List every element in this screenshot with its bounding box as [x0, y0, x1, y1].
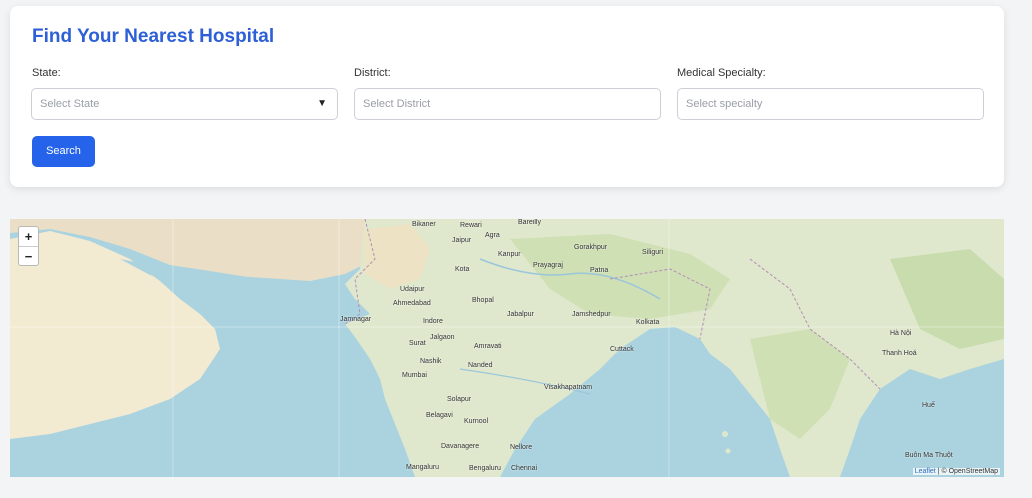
city-label: Siliguri	[642, 249, 664, 256]
specialty-label: Medical Specialty:	[677, 67, 766, 79]
map-attribution: Leaflet | © OpenStreetMap	[912, 468, 1000, 475]
leaflet-link[interactable]: Leaflet	[915, 468, 936, 475]
city-label: Nellore	[510, 444, 533, 451]
state-select-value: Select State	[40, 98, 100, 110]
zoom-in-button[interactable]: +	[19, 227, 38, 246]
city-label: Agra	[485, 232, 500, 239]
city-label: Buôn Ma Thuột	[905, 452, 953, 459]
district-label: District:	[354, 67, 391, 79]
zoom-control: + −	[18, 226, 39, 266]
attribution-separator: | ©	[935, 468, 949, 475]
city-label: Patna	[590, 267, 609, 274]
district-placeholder: Select District	[363, 98, 431, 110]
chevron-down-icon: ▼	[317, 98, 327, 109]
city-label: Mumbai	[402, 372, 427, 379]
city-label: Indore	[423, 318, 443, 325]
search-card: Find Your Nearest Hospital State: Select…	[10, 6, 1004, 187]
city-label: Mangaluru	[406, 464, 440, 471]
city-label: Udaipur	[400, 286, 425, 293]
city-label: Kurnool	[464, 418, 489, 425]
city-label: Visakhapatnam	[544, 384, 593, 391]
map[interactable]: + − Bikaner Rewari Bareilly Agra Jaipur …	[10, 219, 1004, 477]
city-label: Jalgaon	[430, 334, 455, 341]
page-title: Find Your Nearest Hospital	[32, 26, 275, 47]
city-label: Bareilly	[518, 219, 541, 226]
city-label: Kolkata	[636, 319, 660, 326]
city-label: Ahmedabad	[393, 300, 431, 307]
city-label: Hà Nội	[890, 330, 912, 337]
city-label: Kota	[455, 266, 470, 273]
city-label: Surat	[409, 340, 426, 347]
city-label: Nanded	[468, 362, 493, 369]
city-label: Prayagraj	[533, 262, 563, 269]
city-label: Belagavi	[426, 412, 453, 419]
city-label: Bengaluru	[469, 465, 501, 472]
city-label: Rewari	[460, 222, 482, 229]
city-label: Jaipur	[452, 237, 472, 244]
city-label: Jabalpur	[507, 311, 534, 318]
specialty-placeholder: Select specialty	[686, 98, 763, 110]
city-label: Jamshedpur	[572, 311, 611, 318]
osm-link[interactable]: OpenStreetMap	[949, 468, 998, 475]
city-label: Jamnagar	[340, 316, 372, 323]
city-label: Cuttack	[610, 346, 634, 353]
city-label: Nashik	[420, 358, 442, 365]
city-label: Amravati	[474, 343, 502, 350]
city-label: Bikaner	[412, 221, 436, 228]
state-select[interactable]: Select State ▼	[31, 88, 338, 120]
zoom-out-button[interactable]: −	[19, 246, 38, 266]
city-label: Bhopal	[472, 297, 494, 304]
specialty-field[interactable]: Select specialty	[677, 88, 984, 120]
city-label: Huế	[922, 402, 935, 409]
city-label: Solapur	[447, 396, 472, 403]
search-button[interactable]: Search	[32, 136, 95, 167]
city-label: Davanagere	[441, 443, 480, 450]
state-label: State:	[32, 67, 61, 79]
city-label: Kanpur	[498, 251, 521, 258]
city-label: Thanh Hoá	[882, 350, 917, 357]
city-label: Chennai	[511, 465, 538, 472]
city-label: Gorakhpur	[574, 244, 608, 251]
district-field[interactable]: Select District	[354, 88, 661, 120]
